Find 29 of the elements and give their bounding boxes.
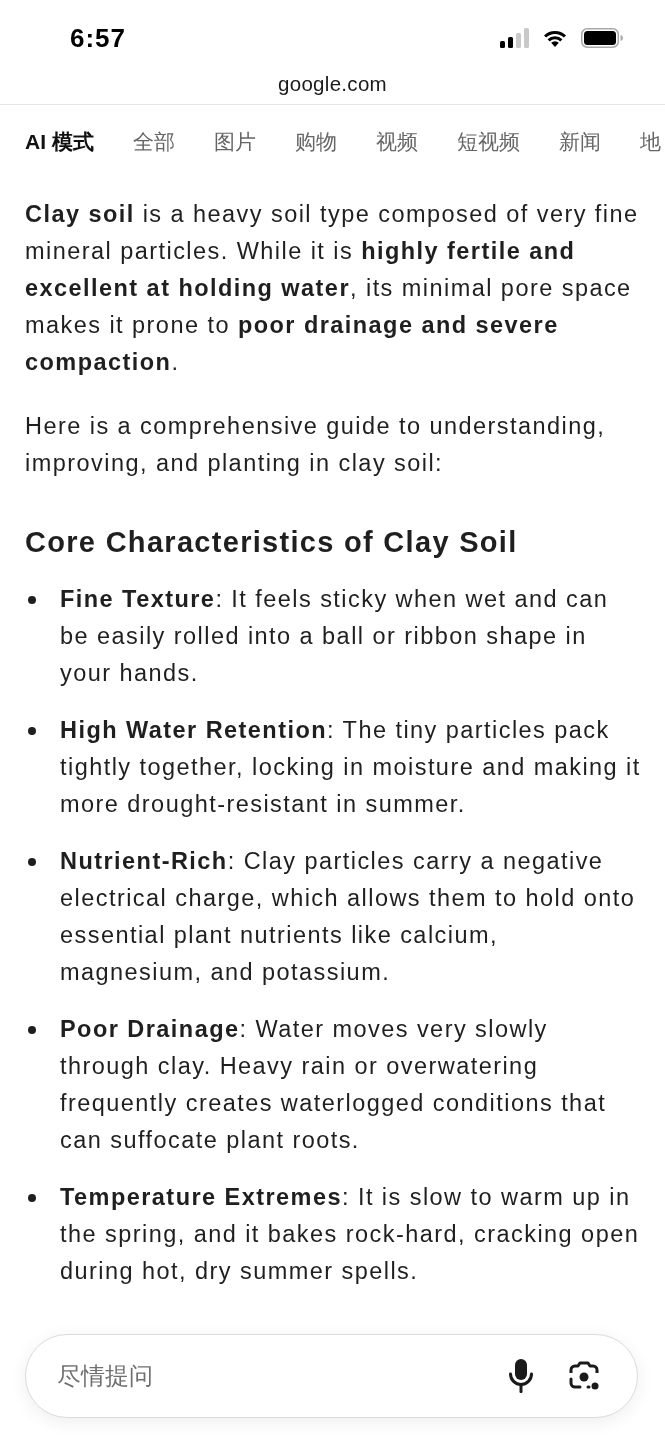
bullet-text: Poor Drainage: Water moves very slowly through clay. Heavy rain or overwatering frequently creates waterlogged conditions that can suffocate plant roots. <box>60 1015 608 1155</box>
bullet-dot-icon <box>28 1025 36 1034</box>
tab[interactable]: 全部 <box>132 128 175 156</box>
answer-paragraph: Clay soil is a heavy soil type composed of very fine mineral particles. While it is highly fertile and excellent at holding water, its minimal pore space makes it prone to poor drainage and severe compaction. <box>25 200 640 377</box>
status-time: 6:57 <box>70 22 127 54</box>
tab[interactable]: 新闻 <box>558 128 601 156</box>
section-heading: Core Characteristics of Clay Soil <box>25 525 519 560</box>
answer-paragraph: Here is a comprehensive guide to understanding, improving, and planting in clay soil: <box>25 412 607 478</box>
bullet-text: High Water Retention: The tiny particles pack tightly together, locking in moisture and making it more drought-resistant in summer. <box>60 716 642 819</box>
bullet-dot-icon <box>28 1193 36 1202</box>
bullet-dot-icon <box>28 857 36 866</box>
tab[interactable]: 地 <box>639 128 661 156</box>
search-input[interactable]: 尽情提问 <box>57 1362 473 1390</box>
bullet-text: Nutrient-Rich: Clay particles carry a negative electrical charge, which allows them to hold onto essential plant nutrients like calcium, magnesium, and potassium. <box>60 847 637 987</box>
bullet-text: Fine Texture: It feels sticky when wet and can be easily rolled into a ball or ribbon shape in your hands. <box>60 585 610 688</box>
battery-icon <box>581 28 623 48</box>
bullet-text: Temperature Extremes: It is slow to warm up in the spring, and it bakes rock-hard, cracking open during hot, dry summer spells. <box>60 1183 641 1286</box>
signal-icon <box>500 28 529 48</box>
tab[interactable]: 购物 <box>294 128 337 156</box>
tab[interactable]: 短视频 <box>456 128 520 156</box>
tab[interactable]: 视频 <box>375 128 418 156</box>
bullet-dot-icon <box>28 726 36 735</box>
tab[interactable]: AI 模式 <box>25 128 94 156</box>
microphone-icon[interactable] <box>509 1359 533 1393</box>
camera-icon[interactable] <box>569 1361 599 1391</box>
bullet-dot-icon <box>28 595 36 604</box>
address-url[interactable]: google.com <box>278 72 387 96</box>
wifi-icon <box>543 29 567 47</box>
tab[interactable]: 图片 <box>213 128 256 156</box>
